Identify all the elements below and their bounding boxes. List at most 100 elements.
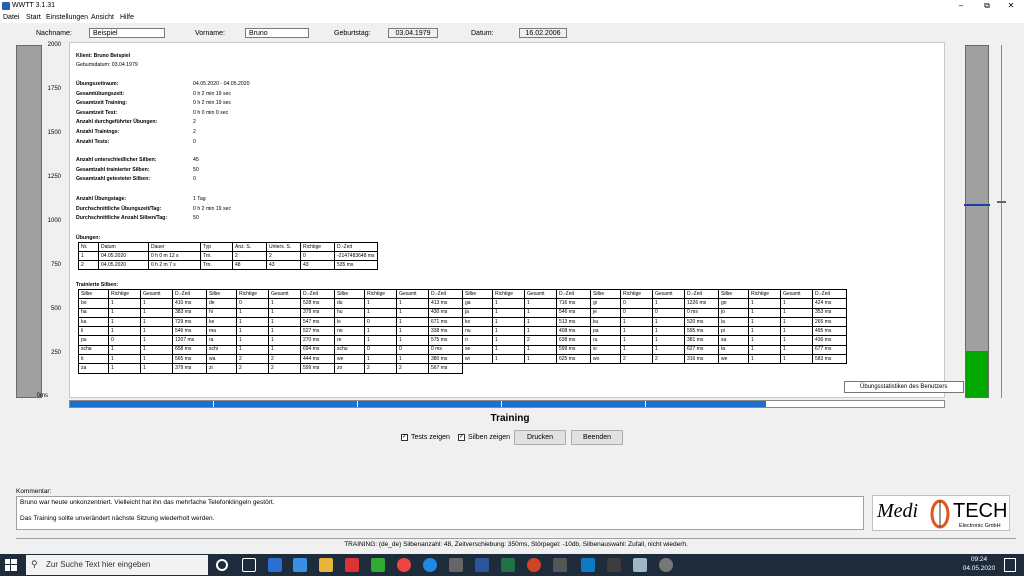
exercises-header-cell: Anz. S. [232, 242, 267, 252]
syllable-cell: 0 [652, 307, 685, 318]
comment-line-1: Bruno war heute unkonzentriert. Vielleic… [20, 499, 275, 506]
syllable-cell: 625 ms [556, 354, 591, 365]
syllable-cell: hu [334, 307, 365, 318]
syllable-cell: ja [462, 307, 493, 318]
syllable-row: pa 1 1 595 ms [590, 326, 719, 337]
syllable-cell: 1 [364, 307, 397, 318]
app-teal-icon[interactable] [581, 558, 595, 572]
task-view-icon[interactable] [242, 558, 256, 572]
syllable-cell: 583 ms [812, 354, 847, 365]
progress-segment [70, 401, 213, 407]
syllable-header-row: Silbe Richtige Gesamt D.-Zeit [462, 288, 591, 300]
taskbar-search-input[interactable]: Zur Suche Text hier eingeben [26, 555, 208, 575]
edge-icon[interactable] [423, 558, 437, 572]
syllable-cell: 1 [748, 335, 781, 346]
syllable-cell: 1 [780, 316, 813, 328]
quit-button[interactable]: Beenden [571, 430, 623, 445]
syllable-cell: nu [462, 326, 493, 337]
datum-field: 16.02.2006 [519, 28, 567, 38]
syllable-cell: 436 ms [812, 335, 847, 346]
app-blue-icon[interactable] [293, 558, 307, 572]
print-button[interactable]: Drucken [514, 430, 566, 445]
exercises-header-cell: D.-Zeit [334, 242, 378, 252]
exercises-header-cell: Datum [98, 242, 149, 252]
outlook-icon[interactable] [268, 558, 282, 572]
statistics-report[interactable]: Klient: Bruno Beispiel Geburtsdatum: 03.… [69, 42, 945, 398]
app-green-icon[interactable] [371, 558, 385, 572]
syllable-cell: 1 [620, 326, 653, 337]
file-explorer-icon[interactable] [319, 558, 333, 572]
syllable-row: hu 1 1 430 ms [334, 307, 463, 318]
syllable-row: ja 1 1 546 ms [462, 307, 591, 318]
menu-einstellungen[interactable]: Einstellungen [46, 14, 88, 21]
syllable-cell: 1 [780, 298, 813, 309]
app-circle-icon[interactable] [659, 558, 673, 572]
app-red-icon[interactable] [345, 558, 359, 572]
level-slider-thumb[interactable] [997, 201, 1006, 203]
notification-icon[interactable] [1004, 558, 1016, 572]
windows-start-icon[interactable] [4, 558, 18, 572]
menu-start[interactable]: Start [26, 14, 41, 21]
chrome-icon[interactable] [397, 558, 411, 572]
syllable-cell: 2 [652, 354, 685, 365]
stat-value: 45 [193, 157, 199, 163]
syllable-row: wa 2 2 444 ms [206, 354, 335, 365]
syllable-cell: 430 ms [428, 307, 463, 318]
client-name: Klient: Bruno Beispiel [76, 53, 131, 59]
exercise-cell: 2 [78, 260, 99, 270]
maximize-button[interactable]: ⧉ [974, 0, 1000, 12]
excel-icon[interactable] [501, 558, 515, 572]
syllable-header-cell: Richtige [492, 288, 525, 300]
y-axis-tick: 1000 [47, 218, 61, 224]
cortana-icon[interactable] [216, 559, 228, 571]
exercise-cell: Trn. [200, 260, 233, 270]
syllable-cell: 1 [140, 344, 173, 356]
vorname-field[interactable]: Bruno [245, 28, 309, 38]
syllable-cell: 1 [492, 354, 525, 365]
menu-datei[interactable]: Datei [3, 14, 19, 21]
syllable-header-cell: Richtige [620, 288, 653, 300]
syllable-cell: 1 [396, 326, 429, 337]
syllable-cell: 520 ms [684, 316, 719, 328]
syllable-cell: sa [718, 335, 749, 346]
menu-ansicht[interactable]: Ansicht [91, 14, 114, 21]
powerpoint-icon[interactable] [527, 558, 541, 572]
status-bar: TRAINING: (de_de) Silbenanzahl: 48, Zeit… [16, 538, 1016, 549]
app-dark-icon[interactable] [607, 558, 621, 572]
exercise-cell: Trn. [200, 251, 233, 261]
mail-icon[interactable] [449, 558, 463, 572]
menu-hilfe[interactable]: Hilfe [120, 14, 134, 21]
syllable-cell: 2 [236, 363, 269, 374]
syllable-cell: 1 [268, 326, 301, 337]
syllable-cell: ha [78, 307, 109, 318]
word-icon[interactable] [475, 558, 489, 572]
comment-label: Kommentar: [16, 488, 52, 495]
exercises-header-cell: Dauer [148, 242, 201, 252]
syllable-cell: 2 [396, 363, 429, 374]
syllable-cell: zo [334, 363, 365, 374]
app-gray-icon[interactable] [553, 558, 567, 572]
comment-textarea[interactable]: Bruno war heute unkonzentriert. Vielleic… [16, 496, 864, 530]
minimize-button[interactable]: – [948, 0, 974, 12]
logo-text-tech: TECH [953, 500, 1008, 522]
syllable-cell: 1 [364, 298, 397, 309]
syllable-cell: re [334, 335, 365, 346]
syllable-cell: 567 ms [428, 363, 463, 374]
nachname-field[interactable]: Beispiel [89, 28, 165, 38]
level-slider-track[interactable] [1001, 45, 1002, 398]
syllable-cell: 1 [620, 316, 653, 328]
exercise-cell: 48 [232, 260, 267, 270]
close-button[interactable]: ✕ [998, 0, 1024, 12]
logo-text-company: Electronic GmbH [959, 523, 1001, 529]
syllable-cell: 1 [780, 335, 813, 346]
wwtt-taskbar-icon[interactable] [633, 558, 647, 572]
syllable-cell: 0 ms [684, 307, 719, 318]
syllable-cell: 1 [748, 307, 781, 318]
vorname-label: Vorname: [195, 30, 225, 37]
syllable-cell: 658 ms [172, 344, 207, 356]
syllable-cell: ki [334, 316, 365, 328]
syllables-show-checkbox[interactable]: ✓ [458, 434, 465, 441]
syllable-cell: 2 [268, 354, 301, 365]
syllable-cell: 265 ms [812, 316, 847, 328]
tests-show-checkbox[interactable]: ✓ [401, 434, 408, 441]
